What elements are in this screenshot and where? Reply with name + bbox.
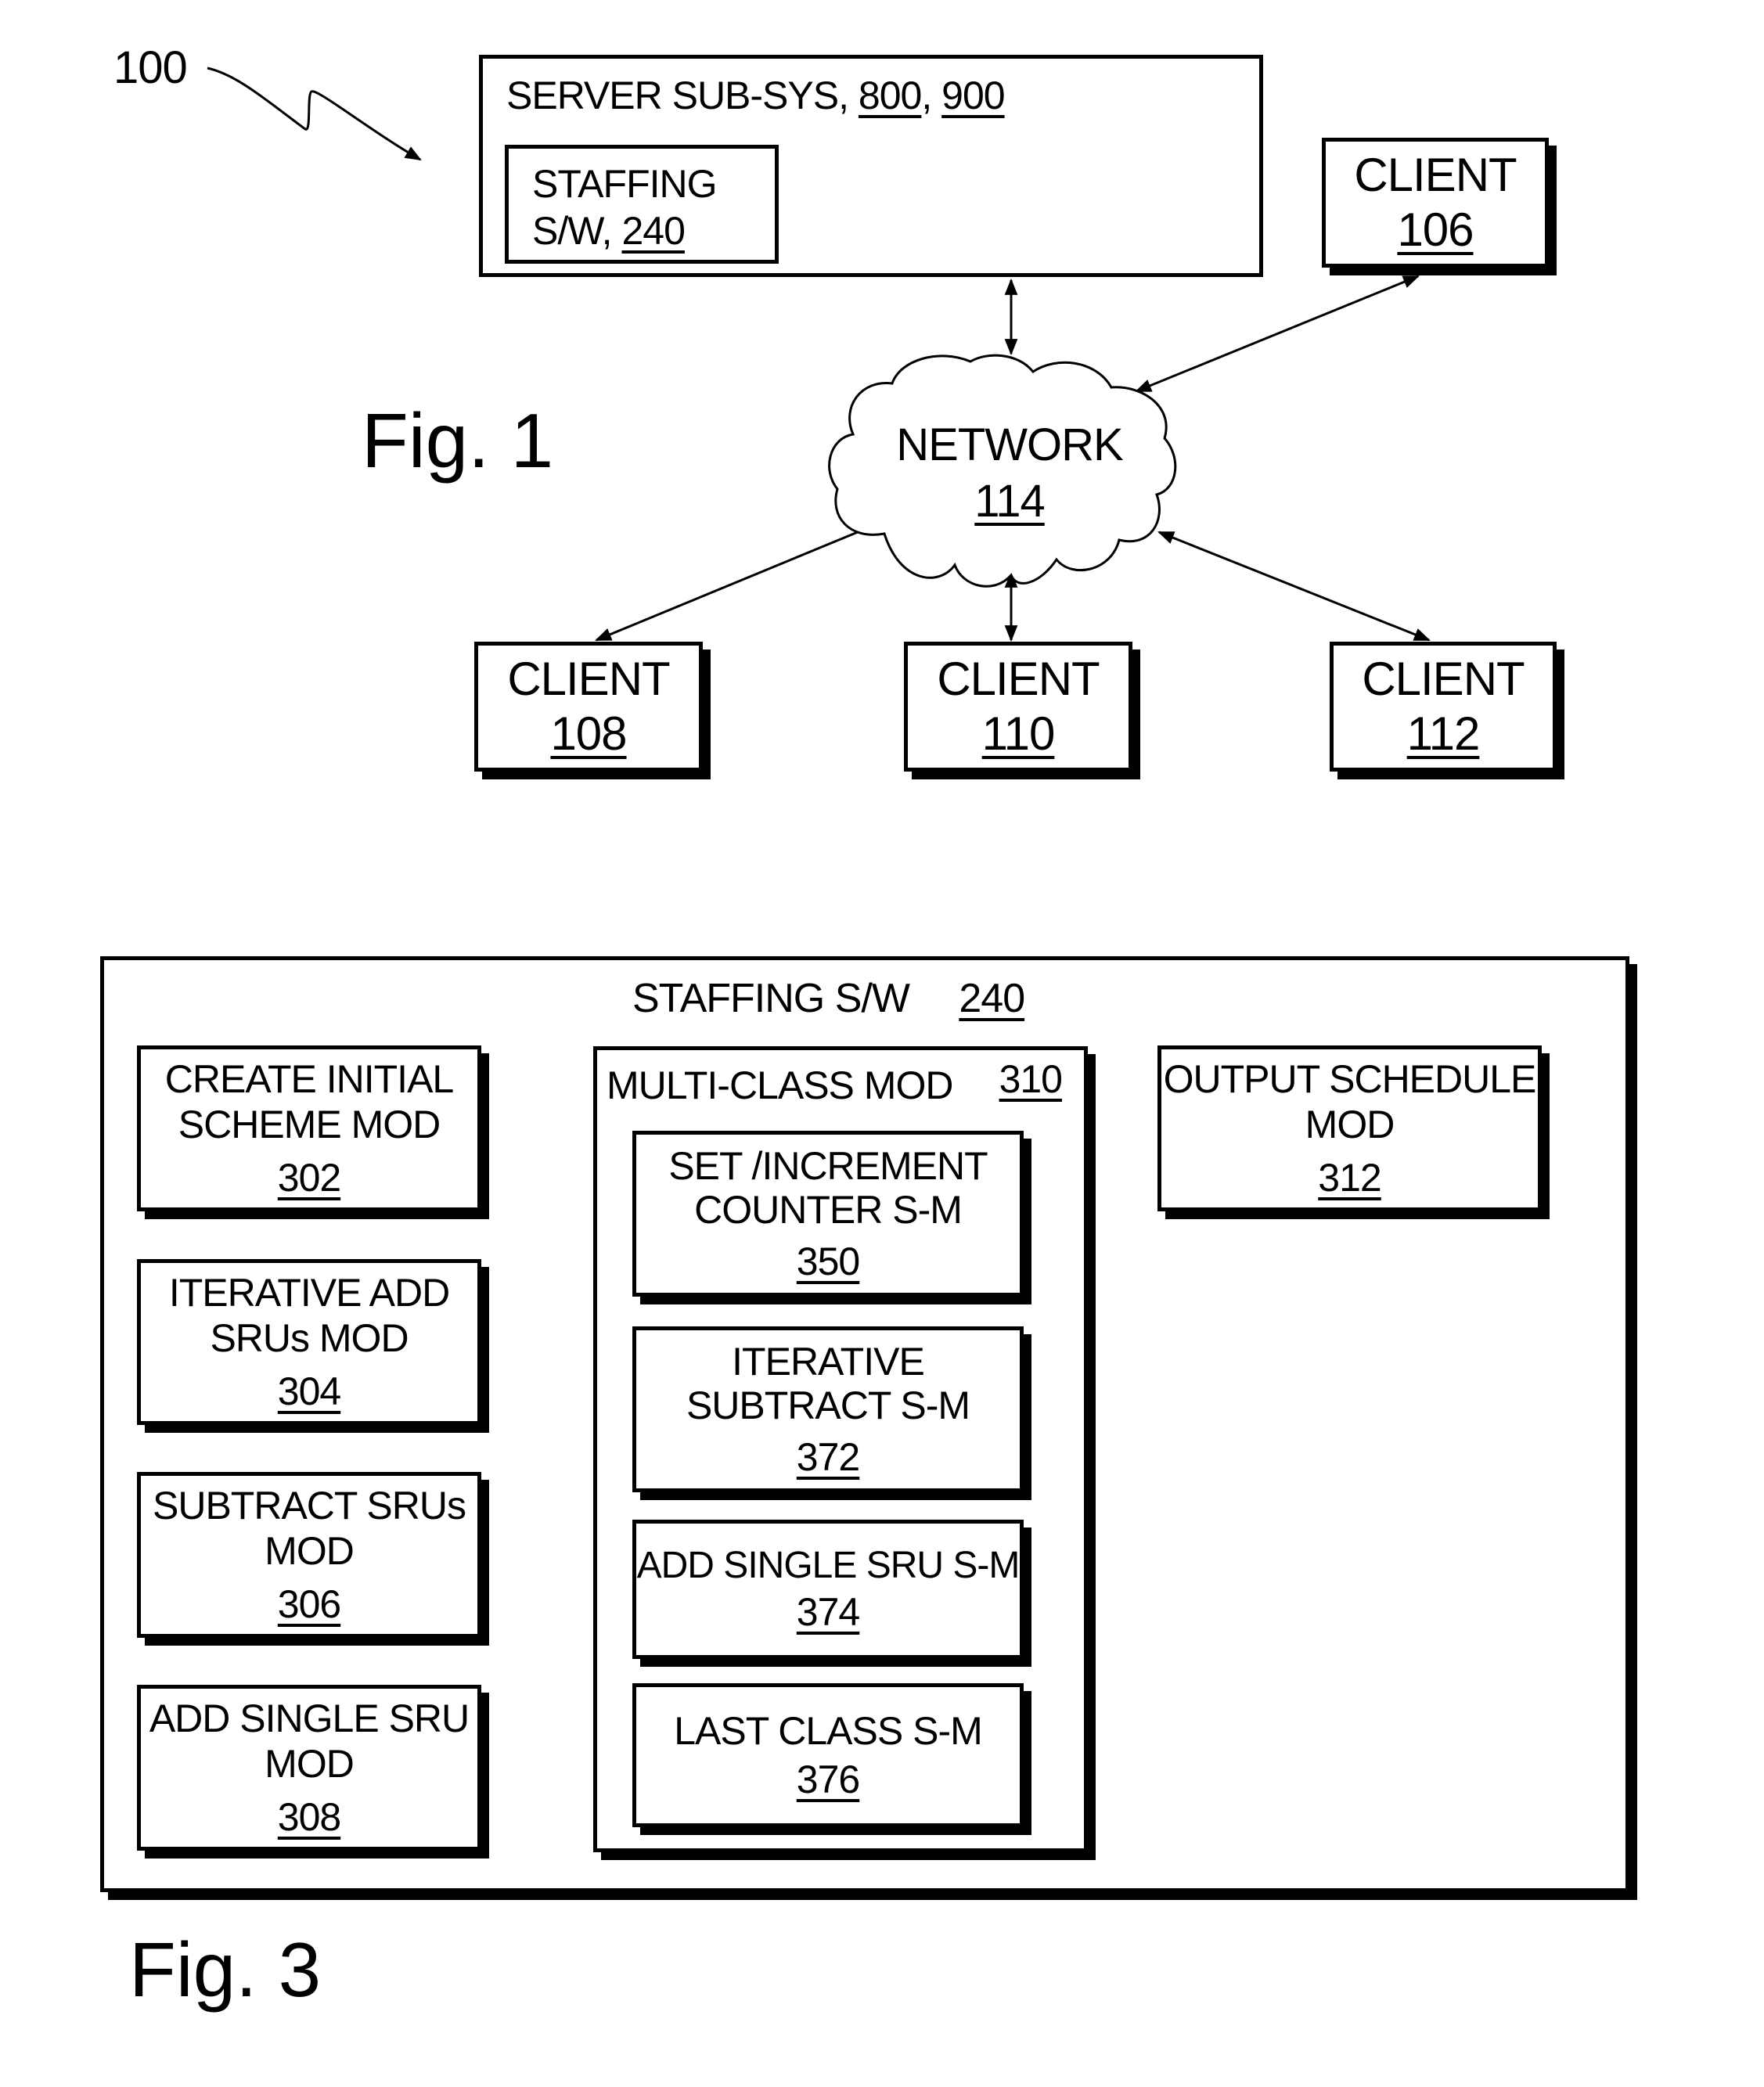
submodule-ref: 372 [796,1435,860,1479]
staffing-software-title-ref: 240 [959,976,1025,1021]
client-110-box: CLIENT 110 [904,642,1132,772]
last-class-submodule: LAST CLASS S-M 376 [632,1683,1024,1827]
subtract-srus-module: SUBTRACT SRUs MOD 306 [137,1472,481,1638]
staffing-software-title-text: STAFFING S/W [632,976,910,1021]
staffing-software-label: STAFFING [532,162,718,206]
multi-class-ref: 310 [999,1057,1063,1101]
network-ref: 114 [974,476,1045,527]
client-112-box: CLIENT 112 [1330,642,1557,772]
staffing-software-sw: S/W, [532,209,613,253]
staffing-software-title: STAFFING S/W 240 [632,976,1025,1021]
module-label-line: MOD [1305,1103,1395,1146]
module-ref: 302 [277,1156,341,1200]
submodule-ref: 350 [796,1240,860,1283]
client-ref: 110 [981,707,1056,760]
network-label: NETWORK [896,419,1123,470]
client-ref: 108 [550,707,627,760]
module-ref: 306 [277,1582,341,1626]
network-client108-link [595,521,882,642]
add-single-sru-module: ADD SINGLE SRU MOD 308 [137,1685,481,1851]
client-label: CLIENT [1362,653,1525,705]
system-ref-label: 100 [113,42,188,93]
staffing-software-ref: 240 [621,209,685,253]
module-label-line: ADD SINGLE SRU [149,1697,470,1740]
iterative-add-srus-module: ITERATIVE ADD SRUs MOD 304 [137,1259,481,1425]
submodule-label-line: ITERATIVE [732,1340,925,1384]
system-ref-leader-arrow [207,67,422,161]
create-initial-scheme-module: CREATE INITIAL SCHEME MOD 302 [137,1045,481,1211]
server-subsystem-label: SERVER SUB-SYS, 800, 900 [506,74,1006,117]
client-ref: 112 [1406,707,1481,760]
staffing-software-box: STAFFING S/W, 240 [505,145,779,264]
client-label: CLIENT [1354,149,1517,201]
server-ref-800: 800 [858,74,922,117]
add-single-sru-submodule: ADD SINGLE SRU S-M 374 [632,1520,1024,1659]
submodule-label-line: COUNTER S-M [694,1188,963,1232]
network-node: NETWORK 114 [861,407,1158,540]
module-label-line: MOD [265,1742,355,1786]
submodule-label-line: LAST CLASS S-M [674,1709,983,1753]
module-label-line: ITERATIVE ADD [168,1271,450,1315]
server-subsystem-title: SERVER SUB-SYS, [506,74,849,117]
client-108-box: CLIENT 108 [474,642,703,772]
server-ref-900: 900 [941,74,1005,117]
client-label: CLIENT [507,653,670,705]
submodule-ref: 376 [796,1758,860,1801]
client-ref: 106 [1397,203,1474,256]
client-label: CLIENT [937,653,1100,705]
multi-class-label: MULTI-CLASS MOD [607,1063,953,1107]
submodule-label-line: ADD SINGLE SRU S-M [636,1545,1021,1586]
iterative-subtract-submodule: ITERATIVE SUBTRACT S-M 372 [632,1326,1024,1492]
module-ref: 308 [277,1795,341,1839]
client-106-box: CLIENT 106 [1322,138,1549,268]
module-label-line: CREATE INITIAL [164,1057,454,1101]
module-ref: 312 [1318,1156,1381,1200]
module-label-line: SRUs MOD [210,1316,409,1360]
module-label-line: OUTPUT SCHEDULE [1163,1057,1537,1101]
module-ref: 304 [277,1369,341,1413]
staffing-software-ref-line: S/W, 240 [532,209,686,253]
module-label-line: SCHEME MOD [178,1103,441,1146]
module-label-line: SUBTRACT SRUs [152,1484,466,1527]
submodule-ref: 374 [796,1590,860,1634]
network-client106-link [1135,275,1420,393]
submodule-label-line: SET /INCREMENT [668,1144,988,1188]
server-subsystem-box: SERVER SUB-SYS, 800, 900 STAFFING S/W, 2… [479,55,1263,277]
output-schedule-module: OUTPUT SCHEDULE MOD 312 [1157,1045,1542,1211]
fig3-caption: Fig. 3 [129,1927,322,2013]
submodule-label-line: SUBTRACT S-M [686,1384,970,1427]
network-client112-link [1157,531,1431,642]
set-increment-counter-submodule: SET /INCREMENT COUNTER S-M 350 [632,1131,1024,1297]
module-label-line: MOD [265,1529,355,1573]
fig1-caption: Fig. 1 [362,398,554,484]
